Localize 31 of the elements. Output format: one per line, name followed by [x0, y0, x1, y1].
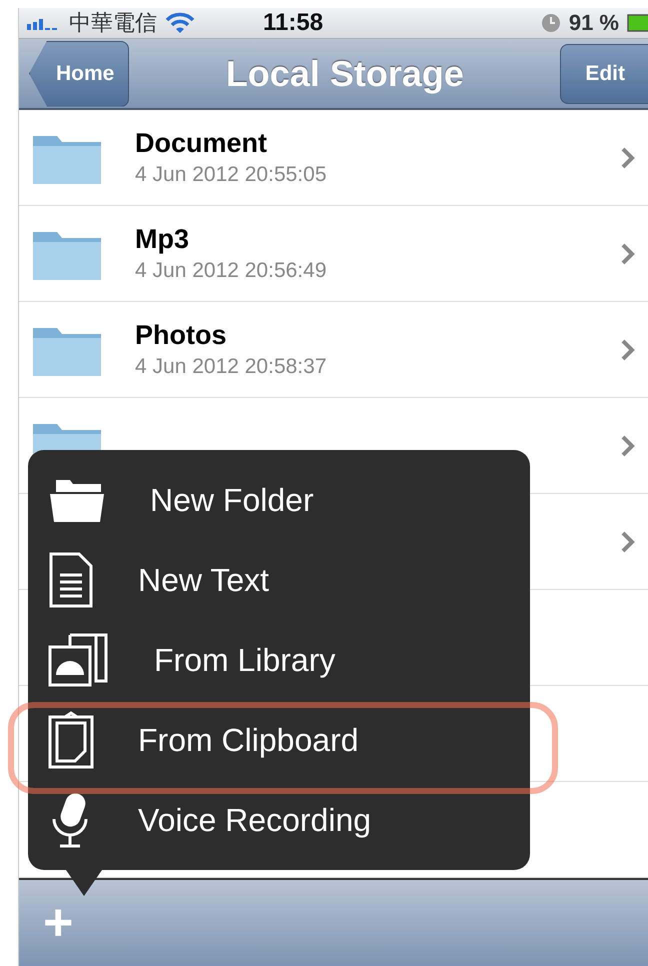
wifi-icon [165, 12, 195, 34]
folder-date: 4 Jun 2012 20:55:05 [135, 163, 328, 187]
battery-percent: 91 % [568, 10, 619, 36]
screen-title: Local Storage [226, 52, 464, 94]
battery-icon [627, 13, 648, 33]
carrier-name: 中華電信 [69, 9, 157, 37]
chevron-icon [621, 242, 635, 264]
menu-item[interactable]: From Clipboard [28, 700, 530, 780]
folder-row[interactable]: Mp3 4 Jun 2012 20:56:49 [19, 206, 648, 302]
folder-date: 4 Jun 2012 20:58:37 [135, 355, 328, 379]
document-icon [48, 551, 94, 609]
folder-row[interactable]: Photos 4 Jun 2012 20:58:37 [19, 302, 648, 398]
photo-library-icon [48, 631, 110, 689]
folder-name: Mp3 [135, 224, 190, 255]
chevron-icon [621, 434, 635, 456]
menu-item[interactable]: From Library [28, 620, 530, 700]
edit-button[interactable]: Edit [560, 44, 648, 104]
folder-date: 4 Jun 2012 20:56:49 [135, 259, 328, 283]
chevron-icon [621, 146, 635, 168]
clipboard-icon [48, 711, 94, 769]
status-time: 11:58 [263, 9, 324, 37]
menu-item[interactable]: New Folder [28, 460, 530, 540]
chevron-icon [621, 338, 635, 360]
chevron-icon [621, 530, 635, 552]
folder-name: Photos [135, 320, 228, 351]
back-button[interactable]: Home [29, 40, 130, 106]
menu-item[interactable]: Voice Recording [28, 780, 530, 860]
clock-icon [540, 13, 561, 33]
menu-item[interactable]: New Text [28, 540, 530, 620]
folder-row[interactable]: Document 4 Jun 2012 20:55:05 [19, 110, 648, 206]
folder-name: Document [135, 128, 268, 159]
